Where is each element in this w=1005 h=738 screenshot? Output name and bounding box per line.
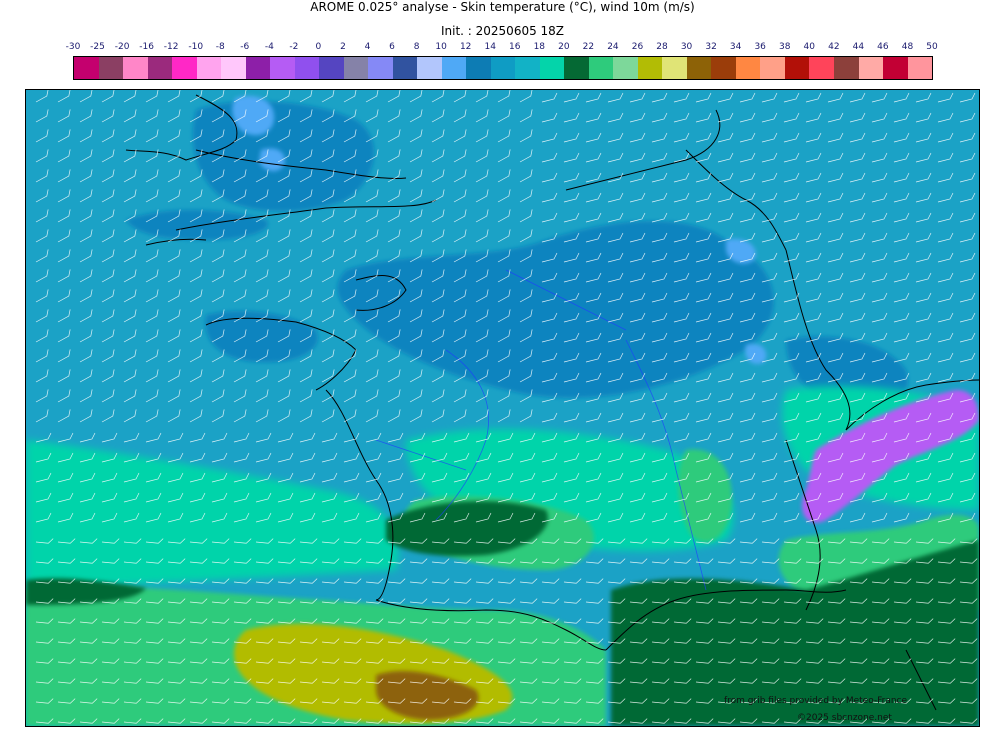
scale-swatch xyxy=(147,57,173,79)
scale-label: 20 xyxy=(558,42,570,52)
scale-label: 44 xyxy=(852,42,865,52)
temperature-map[interactable] xyxy=(25,89,980,727)
map-canvas xyxy=(26,90,979,726)
scale-label: 48 xyxy=(901,42,914,52)
scale-swatch xyxy=(637,57,663,79)
scale-label: -6 xyxy=(240,42,250,52)
scale-swatch xyxy=(784,57,810,79)
scale-swatch xyxy=(221,57,246,79)
scale-swatch xyxy=(74,57,99,79)
scale-label: 16 xyxy=(509,42,521,52)
scale-label: 2 xyxy=(340,42,346,52)
scale-swatch xyxy=(343,57,369,79)
scale-label: 40 xyxy=(803,42,816,52)
scale-swatch xyxy=(711,57,736,79)
scale-label: -4 xyxy=(264,42,274,52)
scale-swatch xyxy=(490,57,516,79)
scale-swatch xyxy=(539,57,565,79)
scale-label: 10 xyxy=(435,42,447,52)
color-scale-bar xyxy=(73,56,933,80)
scale-swatch xyxy=(760,57,785,79)
scale-swatch xyxy=(466,57,491,79)
scale-label: 12 xyxy=(459,42,472,52)
scale-label: -2 xyxy=(289,42,299,52)
scale-label: 0 xyxy=(315,42,322,52)
map-title: AROME 0.025° analyse - Skin temperature … xyxy=(310,0,695,14)
scale-swatch xyxy=(368,57,393,79)
scale-label: -10 xyxy=(188,42,204,52)
scale-swatch xyxy=(662,57,687,79)
scale-swatch xyxy=(858,57,884,79)
scale-label: 34 xyxy=(729,42,742,52)
scale-label: -12 xyxy=(163,42,179,52)
scale-swatch xyxy=(564,57,589,79)
scale-swatch xyxy=(735,57,761,79)
scale-swatch xyxy=(196,57,222,79)
scale-label: 38 xyxy=(779,42,791,52)
scale-swatch xyxy=(883,57,908,79)
scale-label: 50 xyxy=(926,42,938,52)
data-source-credit: from grib files provided by Meteo-France xyxy=(724,696,908,706)
scale-swatch xyxy=(833,57,859,79)
scale-label: 26 xyxy=(631,42,644,52)
scale-label: 8 xyxy=(413,42,420,52)
scale-label: -25 xyxy=(90,42,105,52)
scale-swatch xyxy=(319,57,344,79)
scale-label: 24 xyxy=(607,42,619,52)
scale-swatch xyxy=(809,57,834,79)
scale-label: -8 xyxy=(215,42,225,52)
scale-swatch xyxy=(686,57,712,79)
copyright-credit: ©2025 sbcnzone.net xyxy=(797,713,892,723)
scale-swatch xyxy=(588,57,614,79)
scale-swatch xyxy=(907,57,933,79)
scale-swatch xyxy=(392,57,418,79)
scale-label: 36 xyxy=(754,42,766,52)
scale-swatch xyxy=(172,57,197,79)
scale-label: 42 xyxy=(828,42,840,52)
scale-swatch xyxy=(417,57,442,79)
scale-label: 28 xyxy=(656,42,668,52)
scale-label: -16 xyxy=(139,42,154,52)
scale-swatch xyxy=(98,57,124,79)
scale-swatch xyxy=(270,57,295,79)
scale-label: 6 xyxy=(389,42,395,52)
scale-label: 32 xyxy=(705,42,717,52)
scale-swatch xyxy=(441,57,467,79)
scale-label: 22 xyxy=(582,42,595,52)
scale-label: 30 xyxy=(680,42,693,52)
init-time: Init. : 20250605 18Z xyxy=(440,24,565,38)
scale-label: 14 xyxy=(484,42,496,52)
color-scale-labels: -30 -25 -20 -16 -12 -10 -8 -6 -4 -2 0 2 4 6 8 10 12 14 16 1… xyxy=(66,42,938,54)
scale-swatch xyxy=(294,57,320,79)
scale-label: 18 xyxy=(533,42,546,52)
scale-swatch xyxy=(515,57,540,79)
scale-swatch xyxy=(613,57,638,79)
scale-label: 4 xyxy=(364,42,371,52)
scale-label: -30 xyxy=(65,42,81,52)
scale-label: 46 xyxy=(877,42,889,52)
scale-swatch xyxy=(245,57,271,79)
scale-swatch xyxy=(123,57,148,79)
scale-label: -20 xyxy=(114,42,130,52)
